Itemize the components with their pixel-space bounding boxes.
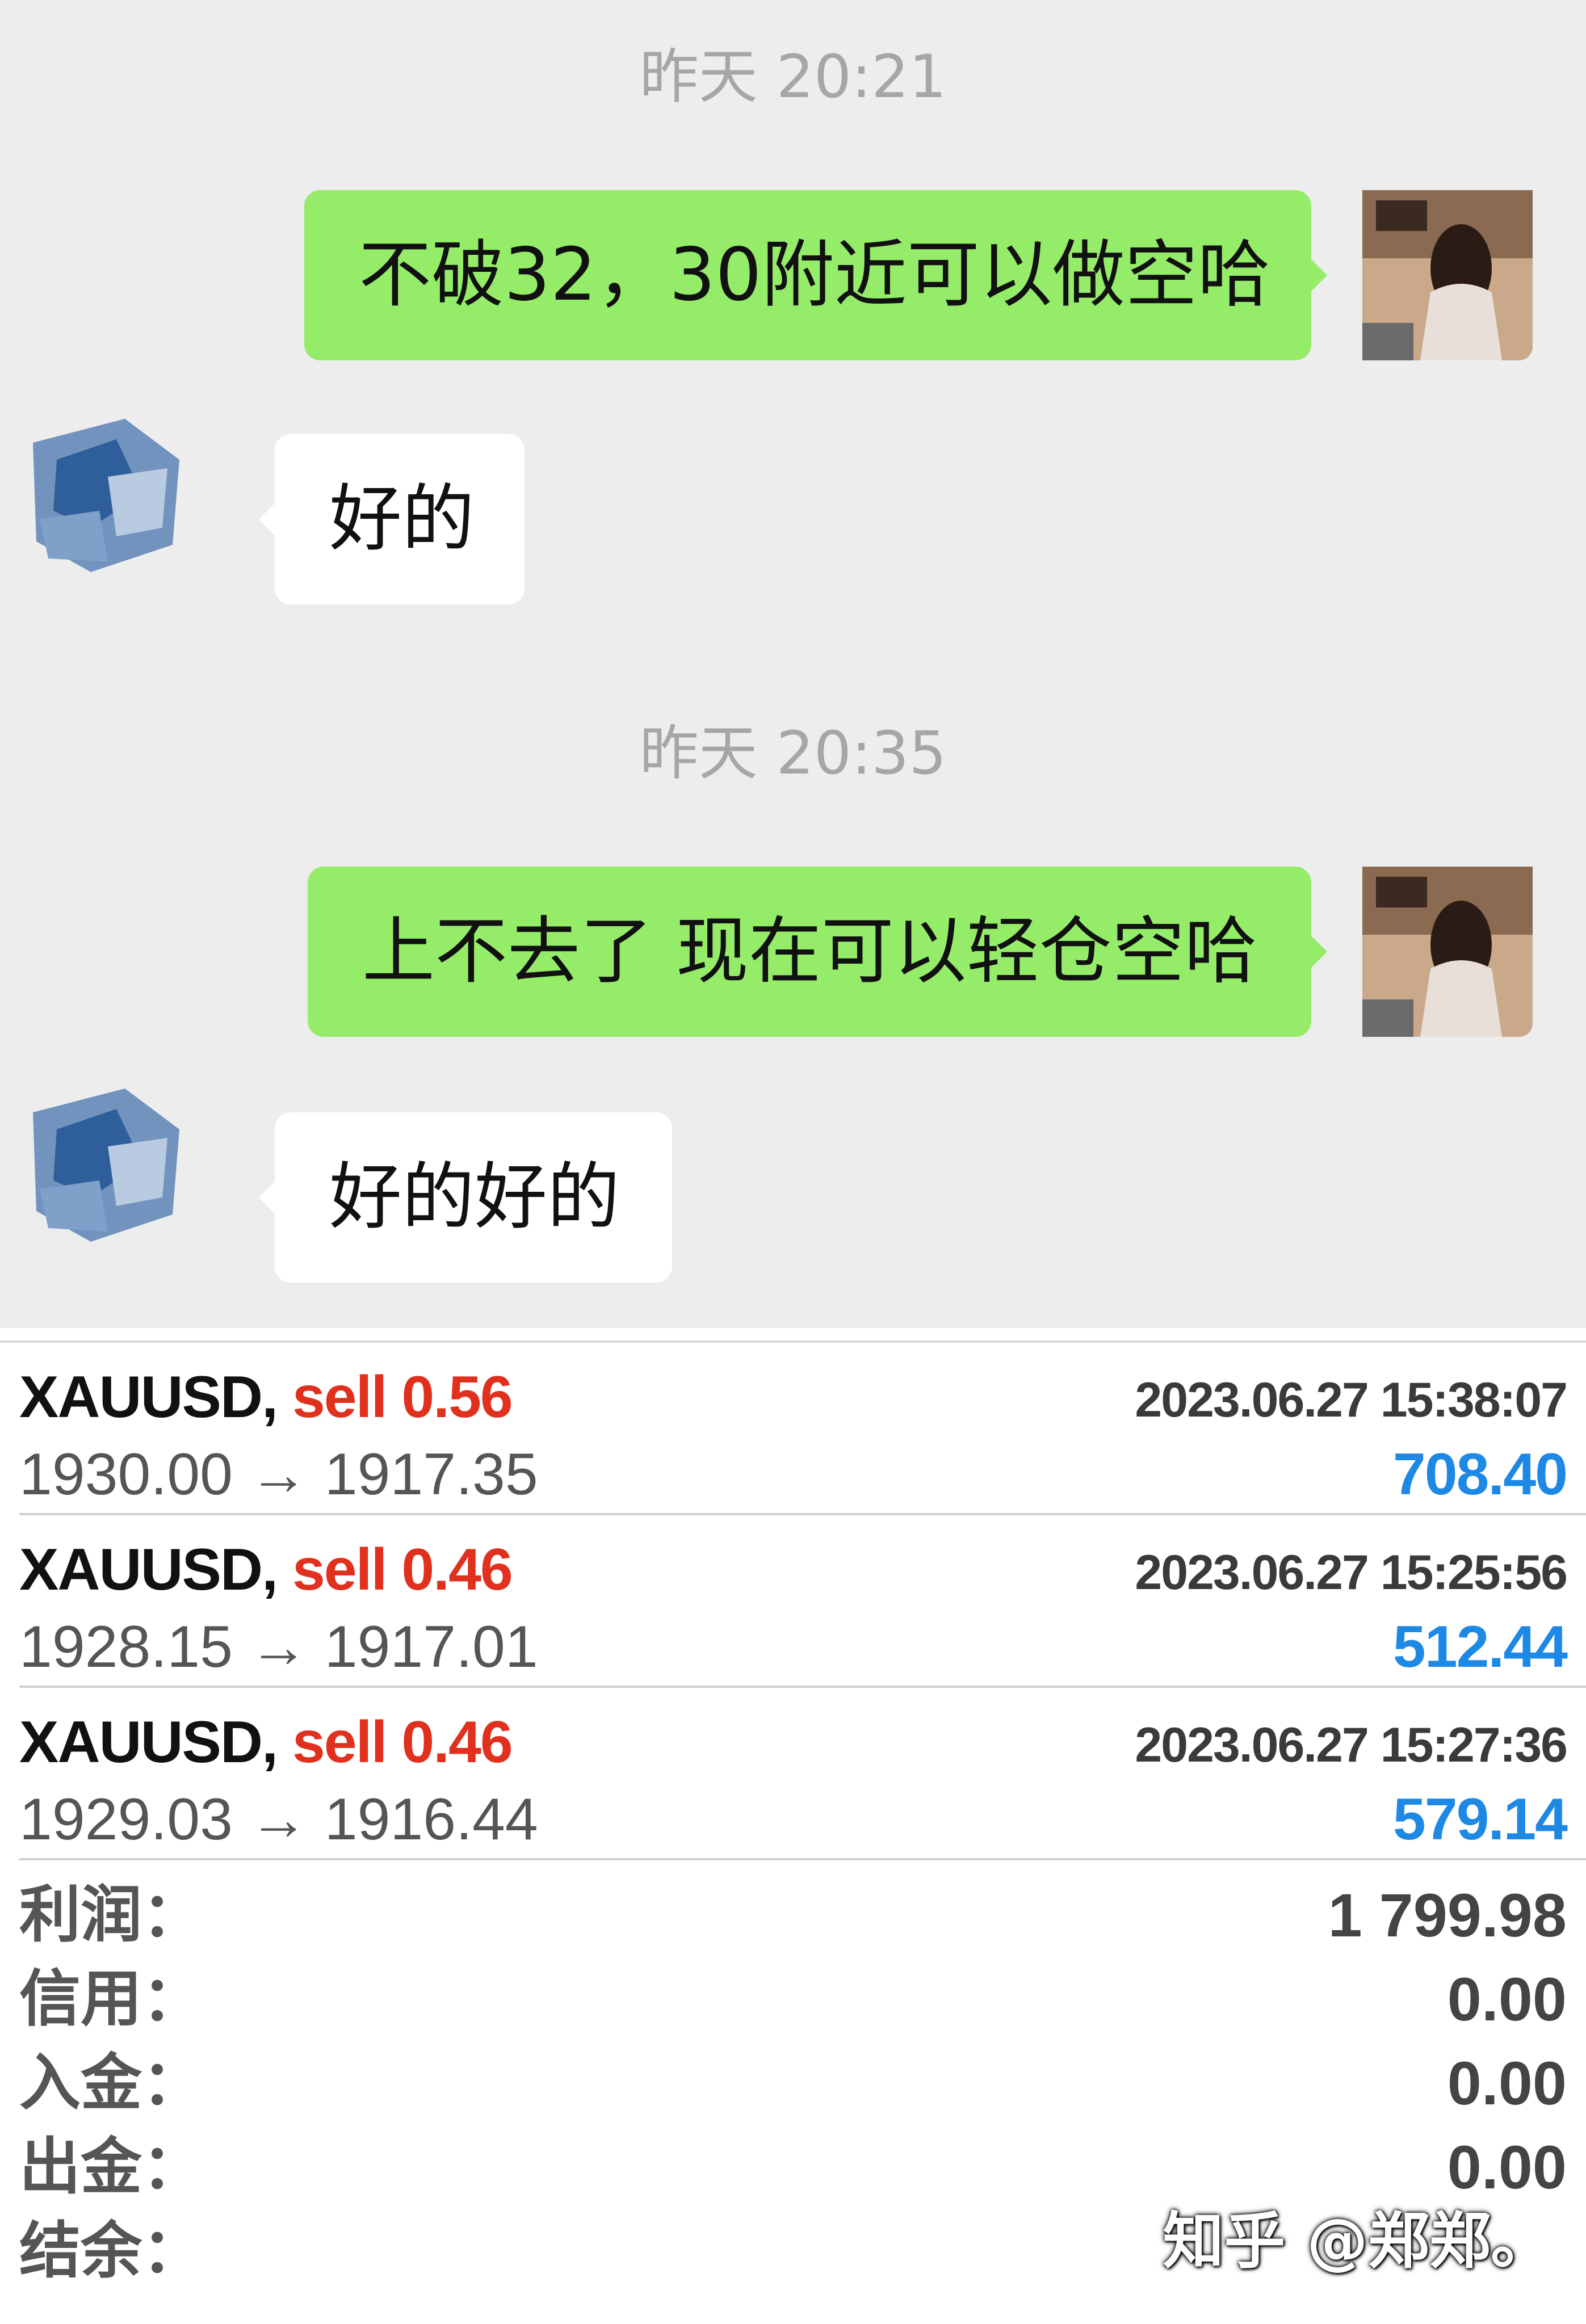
trade-symbol: XAUUSD, sell 0.56	[19, 1364, 513, 1430]
avatar-photo-icon	[1362, 867, 1533, 1037]
incoming-message[interactable]: 好的	[259, 434, 525, 604]
summary-label: 入金：	[19, 2048, 204, 2119]
chat-panel: 昨天 20:21 不破32，30附近可以做空哈 好的 昨天 20:35 上不去了…	[0, 0, 1586, 1328]
trade-time: 2023.06.27 15:25:56	[1135, 1545, 1568, 1600]
trade-profit: 708.40	[1392, 1442, 1568, 1507]
my-avatar[interactable]	[1362, 867, 1533, 1037]
trade-time: 2023.06.27 15:27:36	[1135, 1718, 1568, 1772]
trade-symbol: XAUUSD, sell 0.46	[19, 1537, 513, 1603]
avatar-blurred-icon	[23, 409, 193, 579]
my-avatar[interactable]	[1362, 190, 1533, 360]
contact-avatar[interactable]	[23, 1078, 193, 1249]
trade-row[interactable]: XAUUSD, sell 0.46 2023.06.27 15:25:56 19…	[0, 1515, 1586, 1688]
watermark: 知乎 @郑郑。	[1163, 2206, 1552, 2277]
outgoing-message[interactable]: 上不去了 现在可以轻仓空哈	[308, 867, 1327, 1037]
trade-prices: 1928.15 → 1917.01	[19, 1614, 538, 1680]
trade-history: XAUUSD, sell 0.56 2023.06.27 15:38:07 19…	[0, 1328, 1586, 2324]
trade-symbol: XAUUSD, sell 0.46	[19, 1709, 513, 1775]
avatar-photo-icon	[1362, 190, 1533, 360]
divider	[19, 1858, 1586, 1860]
trade-prices: 1930.00 → 1917.35	[19, 1442, 538, 1507]
message-text: 不破32，30附近可以做空哈	[359, 233, 1270, 317]
bubble-tail	[1310, 935, 1327, 969]
summary-label: 信用：	[19, 1964, 204, 2035]
trade-side: sell 0.46	[292, 1537, 513, 1603]
summary-row-deposit: 入金： 0.00	[0, 2041, 1586, 2126]
bubble-tail	[259, 1180, 276, 1214]
trade-row[interactable]: XAUUSD, sell 0.56 2023.06.27 15:38:07 19…	[0, 1343, 1586, 1515]
bubble-tail	[259, 502, 276, 536]
contact-avatar[interactable]	[23, 409, 193, 579]
summary-value: 0.00	[1447, 2049, 1567, 2117]
incoming-message[interactable]: 好的好的	[259, 1112, 672, 1283]
summary-value: 0.00	[1447, 2133, 1567, 2201]
trade-profit: 512.44	[1392, 1614, 1568, 1680]
trade-side: sell 0.56	[292, 1364, 513, 1430]
summary-label: 结余：	[19, 2216, 204, 2287]
summary-row-credit: 信用： 0.00	[0, 1957, 1586, 2042]
summary-value: 1 799.98	[1328, 1881, 1567, 1949]
avatar-blurred-icon	[23, 1078, 193, 1249]
trade-side: sell 0.46	[292, 1709, 513, 1775]
bubble-tail	[1310, 258, 1327, 292]
summary-row-profit: 利润： 1 799.98	[0, 1873, 1586, 1958]
message-timestamp: 昨天 20:35	[639, 718, 947, 788]
summary-label: 出金：	[19, 2132, 204, 2203]
message-text: 好的	[329, 477, 475, 561]
outgoing-message[interactable]: 不破32，30附近可以做空哈	[304, 190, 1327, 360]
trade-row[interactable]: XAUUSD, sell 0.46 2023.06.27 15:27:36 19…	[0, 1688, 1586, 1860]
trade-prices: 1929.03 → 1916.44	[19, 1787, 538, 1852]
summary-value: 0.00	[1447, 1965, 1567, 2033]
message-text: 上不去了 现在可以轻仓空哈	[362, 909, 1257, 994]
summary-row-withdrawal: 出金： 0.00	[0, 2125, 1586, 2210]
message-timestamp: 昨天 20:21	[639, 42, 947, 111]
trade-time: 2023.06.27 15:38:07	[1135, 1373, 1568, 1427]
message-text: 好的好的	[329, 1155, 620, 1239]
trade-profit: 579.14	[1392, 1787, 1568, 1852]
summary-label: 利润：	[19, 1880, 204, 1951]
